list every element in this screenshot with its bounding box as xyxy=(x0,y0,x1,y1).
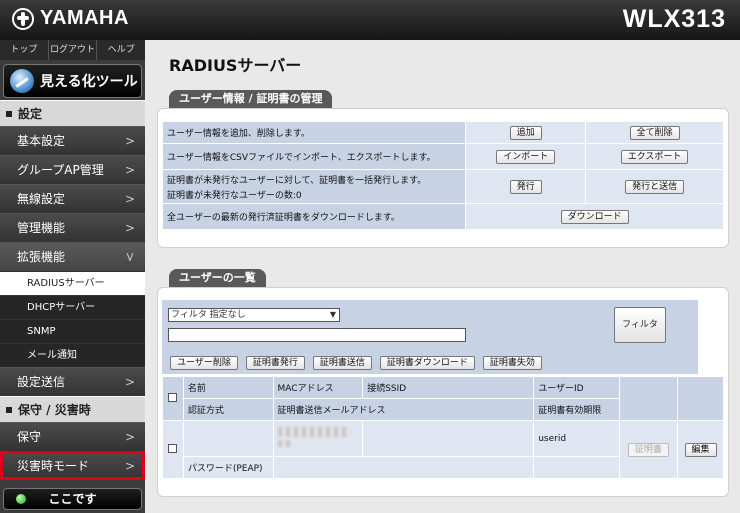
download-cert-button[interactable]: 証明書ダウンロード xyxy=(379,356,475,370)
filter-text-input[interactable] xyxy=(168,328,466,342)
visualization-icon xyxy=(10,69,34,93)
help-link[interactable]: ヘルプ xyxy=(97,40,145,60)
chevron-right-icon: > xyxy=(124,375,135,389)
row-text: 全ユーザーの最新の発行済証明書をダウンロードします。 xyxy=(161,203,467,230)
issue-button[interactable]: 発行 xyxy=(509,179,542,194)
sidebar: トップ ログアウト ヘルプ 見える化ツール 設定 基本設定 > グループAP管理 >… xyxy=(0,40,145,513)
panel-tab-user-cert: ユーザー情報 / 証明書の管理 xyxy=(169,90,333,108)
status-led-icon xyxy=(16,494,26,504)
yamaha-logo-icon xyxy=(12,7,34,30)
sidebar-item-maintenance[interactable]: 保守 > xyxy=(0,422,145,451)
sidebar-item-disaster-mode[interactable]: 災害時モード > xyxy=(0,451,145,480)
header-bar: YAMAHA WLX313 xyxy=(0,0,740,40)
row-text: ユーザー情報を追加、削除します。 xyxy=(161,121,467,144)
panel-tab-user-list: ユーザーの一覧 xyxy=(169,269,266,287)
delete-user-button[interactable]: ユーザー削除 xyxy=(170,356,238,370)
column-header-mail: 証明書送信メールアドレス xyxy=(272,398,535,421)
visualization-tool-label: 見える化ツール xyxy=(40,74,138,90)
certificate-button[interactable]: 証明書 xyxy=(627,442,669,457)
main-content: RADIUSサーバー ユーザー情報 / 証明書の管理 ユーザー情報を追加、削除し… xyxy=(145,40,740,513)
filter-button[interactable]: フィルタ xyxy=(614,307,666,343)
chevron-right-icon: > xyxy=(124,134,135,148)
row-checkbox[interactable] xyxy=(168,443,178,453)
logout-link[interactable]: ログアウト xyxy=(49,40,98,60)
download-button[interactable]: ダウンロード xyxy=(560,209,629,224)
export-button[interactable]: エクスポート xyxy=(620,149,689,164)
row-text: ユーザー情報をCSVファイルでインポート、エクスポートします。 xyxy=(161,143,467,170)
delete-all-button[interactable]: 全て削除 xyxy=(629,125,680,140)
sidebar-subitem-mail[interactable]: メール通知 xyxy=(0,343,145,367)
section-maintenance: 保守 / 災害時 xyxy=(0,396,145,422)
user-action-bar: ユーザー削除 証明書発行 証明書送信 証明書ダウンロード 証明書失効 xyxy=(162,352,698,374)
sidebar-subitem-radius[interactable]: RADIUSサーバー xyxy=(0,271,145,295)
chevron-right-icon: > xyxy=(124,221,135,235)
table-row: userid 証明書 編集 xyxy=(162,420,724,479)
send-cert-button[interactable]: 証明書送信 xyxy=(312,356,372,370)
import-button[interactable]: インポート xyxy=(496,149,556,164)
sidebar-item-extension[interactable]: 拡張機能 > xyxy=(0,242,145,271)
section-settings: 設定 xyxy=(0,100,145,126)
issue-and-send-button[interactable]: 発行と送信 xyxy=(625,179,685,194)
revoke-cert-button[interactable]: 証明書失効 xyxy=(482,356,542,370)
top-link[interactable]: トップ xyxy=(0,40,49,60)
sidebar-item-config-send[interactable]: 設定送信 > xyxy=(0,367,145,396)
redacted-mac xyxy=(272,420,364,457)
column-header-mac: MACアドレス xyxy=(272,376,364,399)
sidebar-subitem-dhcp[interactable]: DHCPサーバー xyxy=(0,295,145,319)
filter-select[interactable]: フィルタ 指定なし ▼ xyxy=(168,308,340,322)
redacted-value xyxy=(277,427,350,437)
auth-method-cell: パスワード(PEAP) xyxy=(182,456,274,479)
chevron-right-icon: > xyxy=(124,163,135,177)
model-name: WLX313 xyxy=(622,5,726,33)
brand-logo: YAMAHA xyxy=(12,7,129,30)
column-header-userid: ユーザーID xyxy=(533,376,620,399)
sidebar-item-management[interactable]: 管理機能 > xyxy=(0,213,145,242)
sidebar-subitem-snmp[interactable]: SNMP xyxy=(0,319,145,343)
user-cert-panel: ユーザー情報を追加、削除します。 追加 全て削除 ユーザー情報をCSVファイルで… xyxy=(157,108,729,248)
redacted-value xyxy=(277,440,290,447)
visualization-tool-button[interactable]: 見える化ツール xyxy=(3,64,142,98)
chevron-down-icon: > xyxy=(122,251,137,263)
column-header-name: 名前 xyxy=(182,376,274,399)
row-text: 証明書が未発行なユーザーに対して、証明書を一括発行します。 証明書が未発行なユー… xyxy=(161,169,467,204)
user-list-panel: フィルタ 指定なし ▼ フィルタ ユーザー削除 証明書発行 証明書送信 証明書ダ… xyxy=(157,287,729,497)
edit-button[interactable]: 編集 xyxy=(684,442,717,457)
page-title: RADIUSサーバー xyxy=(169,56,302,75)
sidebar-item-group-ap[interactable]: グループAP管理 > xyxy=(0,155,145,184)
select-all-checkbox[interactable] xyxy=(168,392,178,402)
square-bullet-icon xyxy=(6,406,12,413)
user-cert-table: ユーザー情報を追加、削除します。 追加 全て削除 ユーザー情報をCSVファイルで… xyxy=(161,121,724,230)
here-button[interactable]: ここです xyxy=(3,488,142,510)
user-list-table: 名前 MACアドレス 接続SSID ユーザーID 認証方式 証明書送信メールアド… xyxy=(162,376,724,479)
add-button[interactable]: 追加 xyxy=(509,125,542,140)
column-header-ssid: 接続SSID xyxy=(362,376,535,399)
chevron-down-icon: ▼ xyxy=(329,310,336,319)
top-links: トップ ログアウト ヘルプ xyxy=(0,40,145,60)
userid-cell: userid xyxy=(533,420,620,457)
square-bullet-icon xyxy=(6,110,12,117)
filter-area: フィルタ 指定なし ▼ フィルタ xyxy=(162,300,698,352)
chevron-right-icon: > xyxy=(124,192,135,206)
brand-name: YAMAHA xyxy=(40,7,129,29)
sidebar-item-basic[interactable]: 基本設定 > xyxy=(0,126,145,155)
sidebar-item-wireless[interactable]: 無線設定 > xyxy=(0,184,145,213)
column-header-auth: 認証方式 xyxy=(182,398,274,421)
issue-cert-button[interactable]: 証明書発行 xyxy=(245,356,305,370)
sidebar-menu: 設定 基本設定 > グループAP管理 > 無線設定 > 管理機能 > 拡張機能 > RAD… xyxy=(0,100,145,480)
chevron-right-icon: > xyxy=(124,459,135,473)
chevron-right-icon: > xyxy=(124,430,135,444)
column-header-expiry: 証明書有効期限 xyxy=(533,398,620,421)
